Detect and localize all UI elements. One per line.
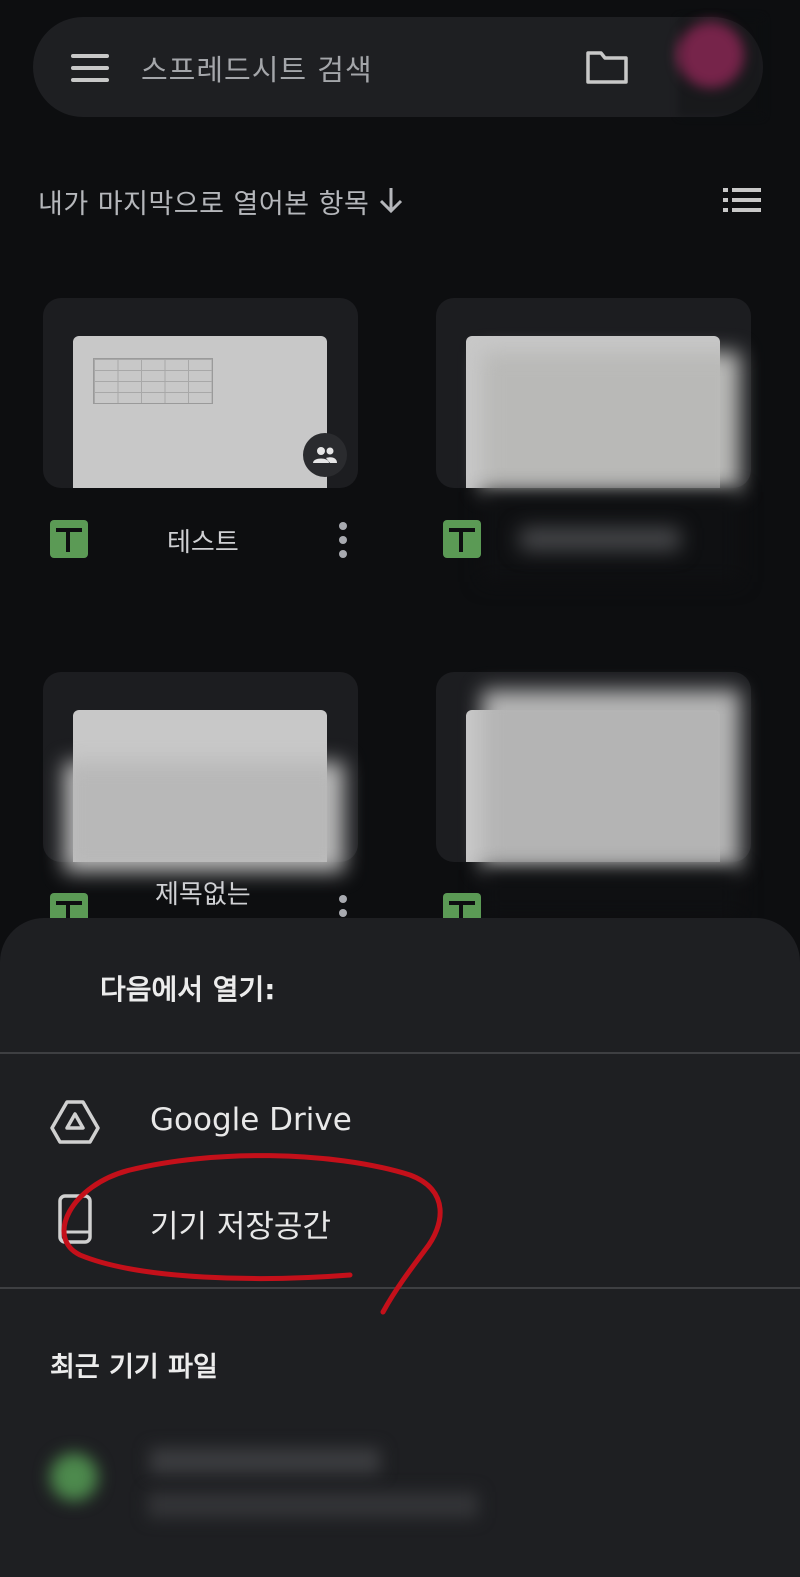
menu-icon[interactable] (71, 54, 111, 82)
file-card-thumbnail[interactable] (43, 298, 358, 488)
divider (0, 1052, 800, 1054)
folder-icon[interactable] (585, 49, 629, 85)
spreadsheet-preview (73, 336, 327, 488)
people-icon (313, 447, 337, 463)
sheets-icon (443, 520, 481, 558)
blurred-preview (482, 690, 740, 870)
blurred-file-name (520, 528, 680, 550)
sheet-title: 다음에서 열기: (100, 973, 276, 1006)
option-google-drive[interactable]: Google Drive (150, 1102, 352, 1138)
shared-badge (303, 433, 347, 477)
file-name[interactable]: 테스트 (167, 522, 239, 559)
phone-icon (58, 1194, 92, 1244)
blurred-preview (64, 762, 344, 872)
search-bar[interactable]: 스프레드시트 검색 (33, 17, 763, 117)
blurred-preview (482, 352, 740, 492)
divider (0, 1287, 800, 1289)
blurred-file-icon (50, 1453, 98, 1501)
avatar-blur-overlay (678, 17, 763, 117)
file-name[interactable]: 제목없는 (155, 874, 251, 911)
google-drive-icon (50, 1100, 100, 1144)
search-input[interactable]: 스프레드시트 검색 (141, 47, 373, 89)
blurred-area (482, 870, 740, 918)
blurred-file-details (148, 1492, 478, 1518)
more-vert-icon[interactable] (337, 520, 347, 560)
sheets-icon (50, 520, 88, 558)
sort-label[interactable]: 내가 마지막으로 열어본 항목 (38, 182, 369, 221)
open-with-bottom-sheet: 다음에서 열기: Google Drive 기기 저장공간 최근 기기 파일 (0, 918, 800, 1577)
option-device-storage[interactable]: 기기 저장공간 (150, 1201, 331, 1246)
blurred-file-name (150, 1448, 380, 1474)
preview-grid (93, 358, 213, 404)
arrow-down-icon[interactable] (378, 186, 404, 214)
recent-files-title: 최근 기기 파일 (50, 1352, 218, 1383)
list-view-icon[interactable] (723, 186, 761, 214)
